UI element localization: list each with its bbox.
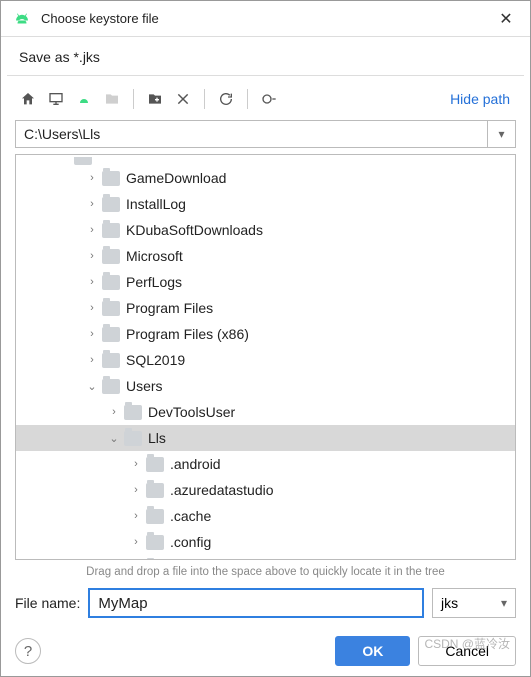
- tree-item-label: SQL2019: [126, 352, 185, 368]
- save-as-label: Save as *.jks: [1, 37, 530, 75]
- folder-icon: [146, 509, 164, 524]
- tree-row[interactable]: ⌄ Users: [16, 373, 515, 399]
- chevron-right-icon[interactable]: ›: [84, 354, 100, 366]
- tree-item-label: DevToolsUser: [148, 404, 235, 420]
- show-hidden-icon[interactable]: [256, 86, 282, 112]
- new-folder-icon[interactable]: [142, 86, 168, 112]
- tree-row[interactable]: › .cache: [16, 503, 515, 529]
- window-title: Choose keystore file: [41, 11, 490, 26]
- folder-icon: [102, 301, 120, 316]
- tree-item-label: PerfLogs: [126, 274, 182, 290]
- tree-row[interactable]: ›.gradle: [16, 555, 515, 560]
- chevron-down-icon[interactable]: ⌄: [106, 432, 122, 445]
- folder-icon: [146, 483, 164, 498]
- chevron-down-icon: ▾: [501, 596, 507, 610]
- folder-icon: [102, 379, 120, 394]
- chevron-right-icon[interactable]: ›: [128, 458, 144, 470]
- tree-row[interactable]: › InstallLog: [16, 191, 515, 217]
- home-icon[interactable]: [15, 86, 41, 112]
- chevron-right-icon[interactable]: ›: [128, 536, 144, 548]
- folder-icon: [102, 223, 120, 238]
- cancel-button[interactable]: Cancel: [418, 636, 516, 666]
- title-bar: Choose keystore file ✕: [1, 1, 530, 37]
- tree-row[interactable]: › GameDownload: [16, 165, 515, 191]
- chevron-right-icon[interactable]: ›: [106, 406, 122, 418]
- tree-item-label: .azuredatastudio: [170, 482, 274, 498]
- tree-row[interactable]: › .config: [16, 529, 515, 555]
- tree-row[interactable]: › Program Files (x86): [16, 321, 515, 347]
- toolbar: Hide path: [1, 82, 530, 116]
- folder-icon: [102, 327, 120, 342]
- path-combo[interactable]: C:\Users\Lls ▾: [15, 120, 516, 148]
- extension-value: jks: [441, 595, 458, 611]
- tree-item-label: .cache: [170, 508, 211, 524]
- tree-item-label: Lls: [148, 430, 166, 446]
- path-dropdown-icon[interactable]: ▾: [487, 121, 515, 147]
- tree-item-label: Program Files (x86): [126, 326, 249, 342]
- chevron-right-icon[interactable]: ›: [128, 484, 144, 496]
- folder-icon: [146, 457, 164, 472]
- android-icon: [13, 10, 31, 28]
- tree-row[interactable]: › Program Files: [16, 295, 515, 321]
- drag-drop-hint: Drag and drop a file into the space abov…: [1, 560, 530, 588]
- folder-icon: [102, 171, 120, 186]
- module-icon[interactable]: [99, 86, 125, 112]
- extension-combo[interactable]: jks ▾: [432, 588, 516, 618]
- chevron-down-icon[interactable]: ⌄: [84, 380, 100, 393]
- chevron-right-icon[interactable]: ›: [84, 276, 100, 288]
- tree-item-label: Users: [126, 378, 163, 394]
- tree-item-label: .android: [170, 456, 221, 472]
- tree-row[interactable]: › SQL2019: [16, 347, 515, 373]
- folder-icon: [102, 197, 120, 212]
- chevron-right-icon[interactable]: ›: [128, 510, 144, 522]
- tree-item-label: Program Files: [126, 300, 213, 316]
- folder-icon: [102, 275, 120, 290]
- filename-input[interactable]: [88, 588, 424, 618]
- tree-row[interactable]: › DevToolsUser: [16, 399, 515, 425]
- chevron-right-icon[interactable]: ›: [84, 250, 100, 262]
- folder-icon: [146, 535, 164, 550]
- chevron-right-icon[interactable]: ›: [84, 172, 100, 184]
- hide-path-link[interactable]: Hide path: [450, 91, 516, 107]
- project-icon[interactable]: [71, 86, 97, 112]
- separator: [204, 89, 205, 109]
- tree-item-label: .config: [170, 534, 211, 550]
- folder-icon: [124, 431, 142, 446]
- divider: [7, 75, 524, 76]
- delete-icon[interactable]: [170, 86, 196, 112]
- folder-icon: [124, 405, 142, 420]
- chevron-right-icon[interactable]: ›: [84, 328, 100, 340]
- path-value: C:\Users\Lls: [16, 126, 487, 142]
- filename-label: File name:: [15, 595, 80, 611]
- tree-row[interactable]: ⌄ Lls: [16, 425, 515, 451]
- chevron-right-icon[interactable]: ›: [84, 198, 100, 210]
- refresh-icon[interactable]: [213, 86, 239, 112]
- chevron-right-icon[interactable]: ›: [84, 302, 100, 314]
- file-tree[interactable]: › GameDownload › InstallLog › KDubaSoftDownlo…: [15, 154, 516, 560]
- tree-row[interactable]: › PerfLogs: [16, 269, 515, 295]
- tree-row[interactable]: › KDubaSoftDownloads: [16, 217, 515, 243]
- tree-item-label: KDubaSoftDownloads: [126, 222, 263, 238]
- separator: [247, 89, 248, 109]
- tree-item-label: GameDownload: [126, 170, 226, 186]
- separator: [133, 89, 134, 109]
- folder-icon: [102, 249, 120, 264]
- chevron-right-icon[interactable]: ›: [84, 224, 100, 236]
- tree-row[interactable]: › .azuredatastudio: [16, 477, 515, 503]
- desktop-icon[interactable]: [43, 86, 69, 112]
- close-icon[interactable]: ✕: [490, 9, 522, 29]
- tree-item-label: InstallLog: [126, 196, 186, 212]
- ok-button[interactable]: OK: [335, 636, 410, 666]
- folder-icon: [102, 353, 120, 368]
- help-button[interactable]: ?: [15, 638, 41, 664]
- tree-row[interactable]: › Microsoft: [16, 243, 515, 269]
- tree-item-label: Microsoft: [126, 248, 183, 264]
- tree-row[interactable]: › .android: [16, 451, 515, 477]
